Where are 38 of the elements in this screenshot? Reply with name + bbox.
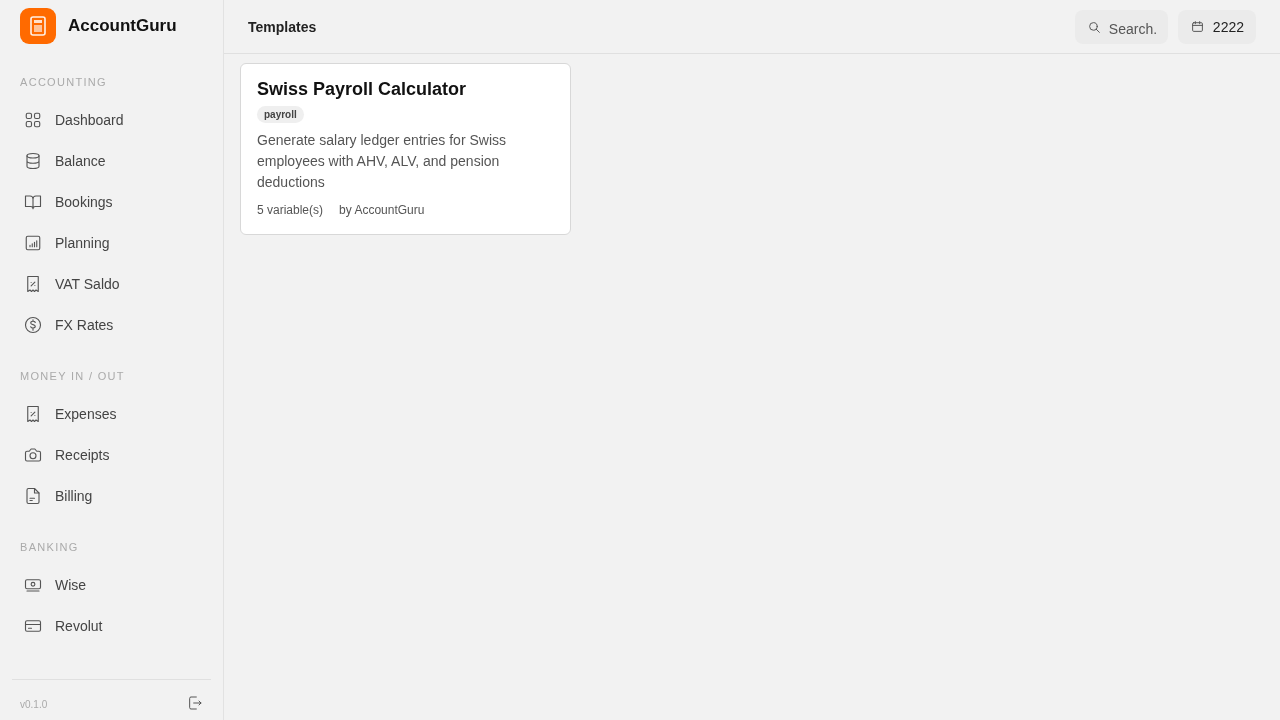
sidebar-item[interactable]: Revolut [12,605,211,646]
receipt-icon [24,404,42,423]
search-icon [1087,20,1101,34]
app-logo-icon [20,8,56,44]
document-icon [24,486,42,505]
section-heading: BANKING [19,541,80,554]
logout-icon[interactable] [187,695,203,711]
sidebar-item[interactable]: FX Rates [12,304,211,345]
book-icon [24,192,42,211]
search-field[interactable]: Search. [1074,9,1168,44]
sidebar-item[interactable]: Planning [12,222,211,263]
section-heading: MONEY IN / OUT [19,370,126,383]
year-button[interactable]: 2222 [1177,9,1256,44]
version-label: v0.1.0 [20,697,48,710]
template-title: Swiss Payroll Calculator [257,79,467,100]
tag-label: payroll [257,106,304,123]
app-name: AccountGuru [68,16,177,36]
sidebar-item[interactable]: Receipts [12,434,211,475]
grid-icon [24,110,42,129]
variable-count: 5 variable(s) [257,203,324,217]
page-title: Templates [248,18,318,35]
calendar-icon [1190,20,1204,33]
database-icon [24,151,42,170]
section-heading: ACCOUNTING [19,76,108,89]
sidebar-item[interactable]: Billing [12,475,211,516]
sidebar-item[interactable]: Expenses [12,393,211,434]
sidebar-item[interactable]: Bookings [12,181,211,222]
author-label: by AccountGuru [339,203,425,217]
sidebar-item[interactable]: Balance [12,140,211,181]
sidebar-item[interactable]: Dashboard [12,99,211,140]
sidebar-item[interactable]: VAT Saldo [12,263,211,304]
template-card[interactable]: Swiss Payroll Calculator payroll Generate salary ledger entries for Swiss employees with AHV, ALV, and pension deductions 5 variable(s) by AccountGuru [240,63,571,235]
sidebar-item[interactable]: Wise [12,564,211,605]
dollar-icon [24,315,42,334]
camera-icon [24,445,42,464]
receipt-icon [24,274,42,293]
chart-icon [24,233,42,252]
template-description: Generate salary ledger entries for Swiss employees with AHV, ALV, and pension deductions [257,131,507,192]
